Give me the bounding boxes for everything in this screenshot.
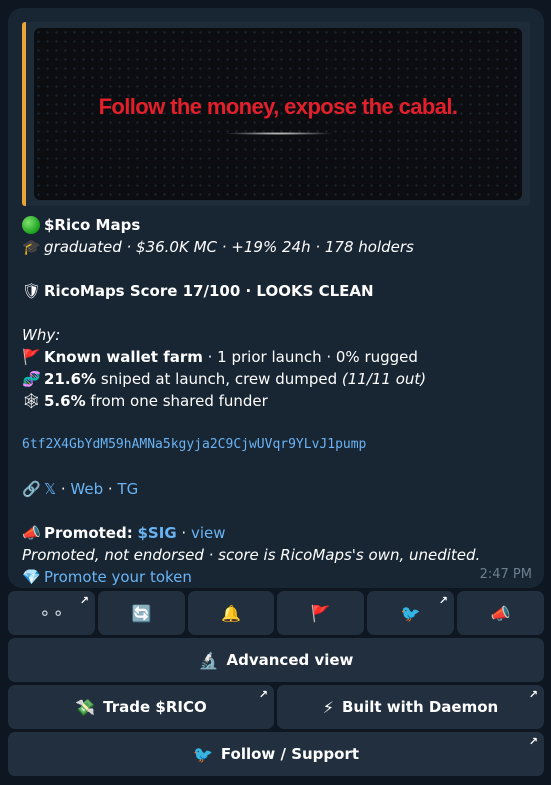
gem-icon: 💎 xyxy=(22,568,41,586)
promo-disclaimer: Promoted, not endorsed · score is RicoMa… xyxy=(22,546,481,564)
contract-line: 6tf2X4GbYdM59hAMNa5kgyja2C9CjwUVqr9YLvJ1… xyxy=(22,434,532,456)
megaphone-icon: 📣 xyxy=(22,524,41,542)
promo-line: 📣 Promoted: $SIG · view xyxy=(22,522,532,544)
promote-button[interactable]: 📣 xyxy=(457,591,544,635)
web-link[interactable]: Web xyxy=(70,478,103,500)
score-line: 🛡 RicoMaps Score 17/100 · LOOKS CLEAN xyxy=(22,280,532,302)
spider-web-icon: 🕸 xyxy=(22,392,42,410)
why-item-bold: 21.6% xyxy=(44,370,97,388)
banner-title: Follow the money, expose the cabal. xyxy=(98,94,458,119)
why-label: Why: xyxy=(22,326,61,344)
red-flag-icon: 🚩 xyxy=(22,348,41,366)
message-time: 2:47 PM xyxy=(479,567,532,582)
banner-glow xyxy=(224,132,334,135)
message-bubble: Follow the money, expose the cabal. $Ric… xyxy=(8,8,544,588)
why-item: 🚩 Known wallet farm · 1 prior launch · 0… xyxy=(22,346,532,368)
link-separator: · xyxy=(103,480,118,498)
promo-disclaimer-line: Promoted, not endorsed · score is RicoMa… xyxy=(22,544,532,566)
follow-label: Follow / Support xyxy=(220,745,360,763)
external-arrow-icon: ↗ xyxy=(258,688,268,701)
why-item: 🧬 21.6% sniped at launch, crew dumped (1… xyxy=(22,368,532,390)
advanced-view-button[interactable]: 🔬 Advanced view xyxy=(8,638,544,682)
promote-cta-line: 💎 Promote your token xyxy=(22,566,532,588)
flag-button[interactable]: 🚩 xyxy=(277,591,364,635)
shield-icon: 🛡 xyxy=(22,282,42,300)
why-label-line: Why: xyxy=(22,324,532,346)
contract-address[interactable]: 6tf2X4GbYdM59hAMNa5kgyja2C9CjwUVqr9YLvJ1… xyxy=(22,434,366,456)
refresh-button[interactable]: 🔄 xyxy=(98,591,185,635)
microscope-icon: 🔬 xyxy=(198,650,219,670)
token-header: $Rico Maps xyxy=(22,214,532,236)
lightning-icon: ⚡ xyxy=(322,697,334,717)
why-item-rest: sniped at launch, crew dumped xyxy=(96,370,342,388)
link-icon: 🔗 xyxy=(22,480,41,498)
why-item-rest: · 1 prior launch · 0% rugged xyxy=(202,348,418,366)
tg-link[interactable]: TG xyxy=(117,478,138,500)
why-item: 🕸 5.6% from one shared funder xyxy=(22,390,532,412)
bird-icon: 🐦 xyxy=(192,744,213,764)
external-arrow-icon: ↗ xyxy=(79,594,89,607)
banner-card[interactable]: Follow the money, expose the cabal. xyxy=(22,22,530,206)
promo-ticker-link[interactable]: $SIG xyxy=(138,522,177,544)
graduation-cap-icon: 🎓 xyxy=(22,238,41,256)
token-stats: graduated · $36.0K MC · +19% 24h · 178 h… xyxy=(44,238,414,256)
green-circle-icon xyxy=(22,216,40,234)
banner-image: Follow the money, expose the cabal. xyxy=(34,28,522,200)
promote-token-link[interactable]: Promote your token xyxy=(44,566,192,588)
advanced-view-label: Advanced view xyxy=(226,651,354,669)
bubbles-button[interactable]: ⚬⚬ ↗ xyxy=(8,591,95,635)
megaphone-icon: 📣 xyxy=(490,603,511,623)
promo-separator: · xyxy=(176,524,191,542)
dna-icon: 🧬 xyxy=(22,370,41,388)
token-stats-line: 🎓 graduated · $36.0K MC · +19% 24h · 178… xyxy=(22,236,532,258)
links-line: 🔗 𝕏 · Web · TG xyxy=(22,478,532,500)
x-link[interactable]: 𝕏 xyxy=(44,478,56,500)
promo-view-link[interactable]: view xyxy=(191,522,226,544)
follow-support-button[interactable]: 🐦 Follow / Support ↗ xyxy=(8,732,544,776)
built-with-daemon-button[interactable]: ⚡ Built with Daemon ↗ xyxy=(277,685,544,729)
token-name: $Rico Maps xyxy=(44,216,141,234)
message-text: $Rico Maps 🎓 graduated · $36.0K MC · +19… xyxy=(22,214,532,588)
why-item-rest: from one shared funder xyxy=(85,392,268,410)
why-item-bold: Known wallet farm xyxy=(44,348,203,366)
refresh-icon: 🔄 xyxy=(131,603,152,623)
why-item-bold: 5.6% xyxy=(44,392,86,410)
external-arrow-icon: ↗ xyxy=(528,735,538,748)
daemon-label: Built with Daemon xyxy=(342,698,499,716)
trade-button[interactable]: 💸 Trade $RICO ↗ xyxy=(8,685,274,729)
bird-icon: 🐦 xyxy=(400,603,421,623)
why-item-italic: (11/11 out) xyxy=(341,370,427,388)
external-arrow-icon: ↗ xyxy=(438,594,448,607)
money-wings-icon: 💸 xyxy=(75,697,96,717)
promo-label: Promoted: xyxy=(44,524,133,542)
bubbles-icon: ⚬⚬ xyxy=(38,603,65,623)
red-flag-icon: 🚩 xyxy=(310,603,331,623)
link-separator: · xyxy=(56,480,71,498)
score-text: RicoMaps Score 17/100 · LOOKS CLEAN xyxy=(44,282,374,300)
bird-button[interactable]: 🐦 ↗ xyxy=(367,591,454,635)
trade-label: Trade $RICO xyxy=(103,698,207,716)
bell-icon: 🔔 xyxy=(221,603,241,623)
external-arrow-icon: ↗ xyxy=(528,688,538,701)
alert-button[interactable]: 🔔 xyxy=(188,591,274,635)
